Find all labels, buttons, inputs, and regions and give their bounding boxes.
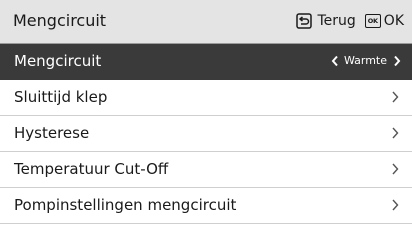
menu-item-label: Pompinstellingen mengcircuit [14, 196, 237, 214]
chevron-right-icon[interactable] [393, 55, 401, 67]
header-bar: Mengcircuit Terug OK OK [0, 0, 412, 44]
menu-item-label: Mengcircuit [14, 52, 102, 70]
chevron-right-icon [392, 127, 399, 139]
back-button[interactable]: Terug [296, 12, 364, 30]
settings-screen: Mengcircuit Terug OK OK Mengcircuit Warm… [0, 0, 412, 241]
chevron-right-icon [392, 91, 399, 103]
menu-item-sluittijd-klep[interactable]: Sluittijd klep [0, 80, 412, 116]
menu-item-pompinstellingen-mengcircuit[interactable]: Pompinstellingen mengcircuit [0, 188, 412, 224]
selected-value: Warmte [343, 54, 387, 67]
return-arrow-icon [296, 13, 313, 29]
ok-label: OK [383, 13, 404, 29]
menu-item-label: Temperatuur Cut-Off [14, 160, 169, 178]
menu-item-hysterese[interactable]: Hysterese [0, 116, 412, 152]
page-title: Mengcircuit [13, 11, 107, 30]
ok-key-icon: OK [364, 14, 381, 28]
ok-button[interactable]: OK OK [364, 12, 404, 30]
chevron-left-icon[interactable] [331, 55, 339, 67]
back-label: Terug [317, 13, 356, 29]
settings-menu: Mengcircuit Warmte Sluittijd klep Hyster… [0, 44, 412, 224]
menu-item-temperatuur-cut-off[interactable]: Temperatuur Cut-Off [0, 152, 412, 188]
menu-item-label: Hysterese [14, 124, 90, 142]
chevron-right-icon [392, 163, 399, 175]
menu-item-label: Sluittijd klep [14, 88, 108, 106]
chevron-right-icon [392, 199, 399, 211]
header-actions: Terug OK OK [296, 12, 404, 30]
value-selector: Warmte [331, 54, 401, 68]
menu-item-mengcircuit[interactable]: Mengcircuit Warmte [0, 44, 412, 80]
